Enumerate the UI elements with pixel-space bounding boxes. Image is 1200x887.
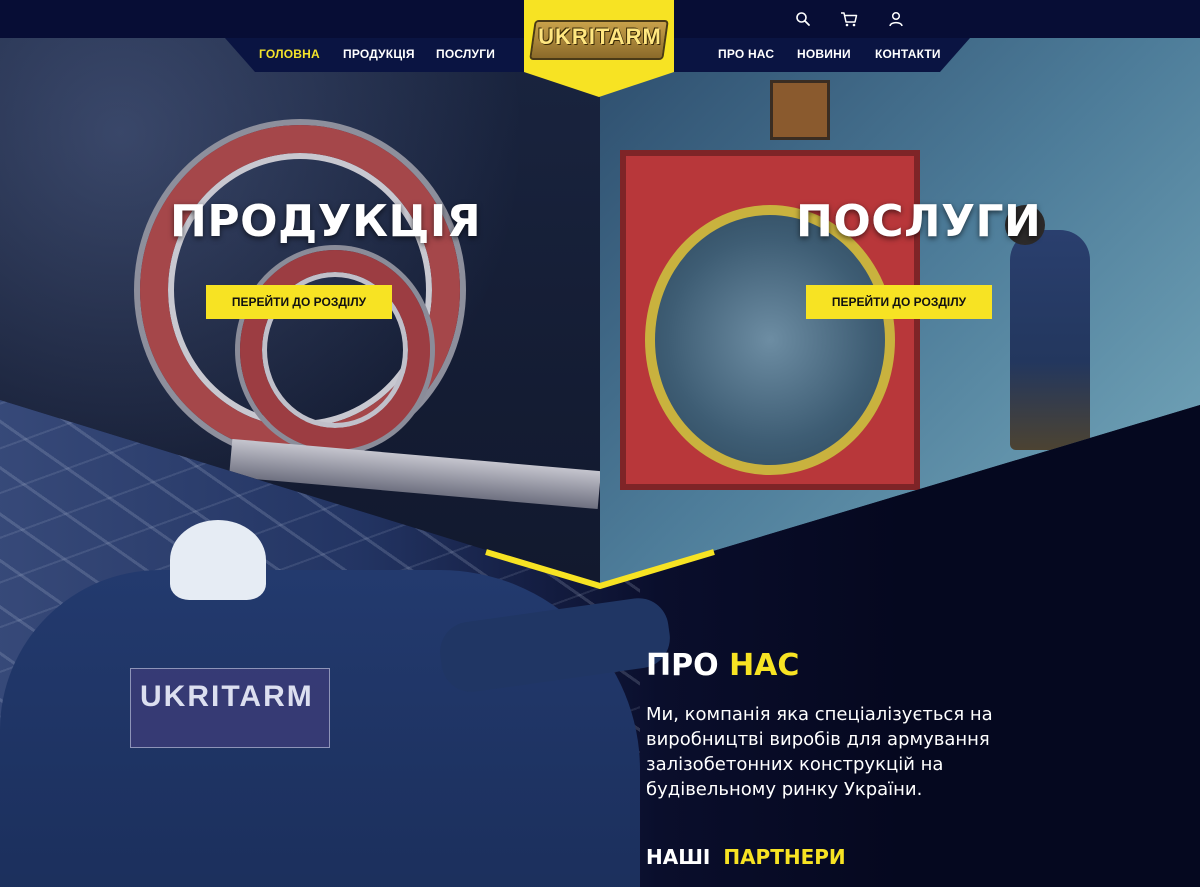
- worker-helmet: [170, 520, 266, 600]
- about-heading-plain: ПРО: [646, 648, 719, 683]
- nav-item-contacts[interactable]: Контакти: [875, 47, 941, 61]
- worker-figure: [1010, 230, 1090, 450]
- cart-icon[interactable]: [840, 10, 858, 28]
- partners-heading-plain: НАШІ: [646, 845, 711, 869]
- welding-machine-head: [770, 80, 830, 140]
- products-title: Продукція: [170, 196, 482, 247]
- services-section-button[interactable]: Перейти до розділу: [806, 285, 992, 319]
- search-icon[interactable]: [794, 10, 812, 28]
- nav-item-home[interactable]: Головна: [259, 47, 320, 61]
- steel-coil-inner: [240, 250, 430, 450]
- user-icon[interactable]: [887, 10, 905, 28]
- partners-heading: НАШІ ПАРТНЕРИ: [646, 845, 846, 869]
- nav-item-about[interactable]: Про нас: [718, 47, 774, 61]
- scroll-down-chevron-icon[interactable]: [484, 548, 716, 592]
- nav-item-products[interactable]: Продукція: [343, 47, 415, 61]
- products-section-button[interactable]: Перейти до розділу: [206, 285, 392, 319]
- nav-item-services[interactable]: Послуги: [436, 47, 495, 61]
- about-heading: ПРО НАС: [646, 648, 799, 683]
- logo-text[interactable]: UKRITARM: [536, 24, 664, 50]
- nav-item-news[interactable]: Новини: [797, 47, 851, 61]
- partners-heading-accent: ПАРТНЕРИ: [723, 845, 846, 869]
- jacket-logo-text: UKRITARM: [140, 680, 314, 713]
- services-title: Послуги: [796, 196, 1042, 247]
- about-heading-accent: НАС: [729, 648, 800, 683]
- about-text: Ми, компанія яка спеціалізується на виро…: [646, 704, 993, 800]
